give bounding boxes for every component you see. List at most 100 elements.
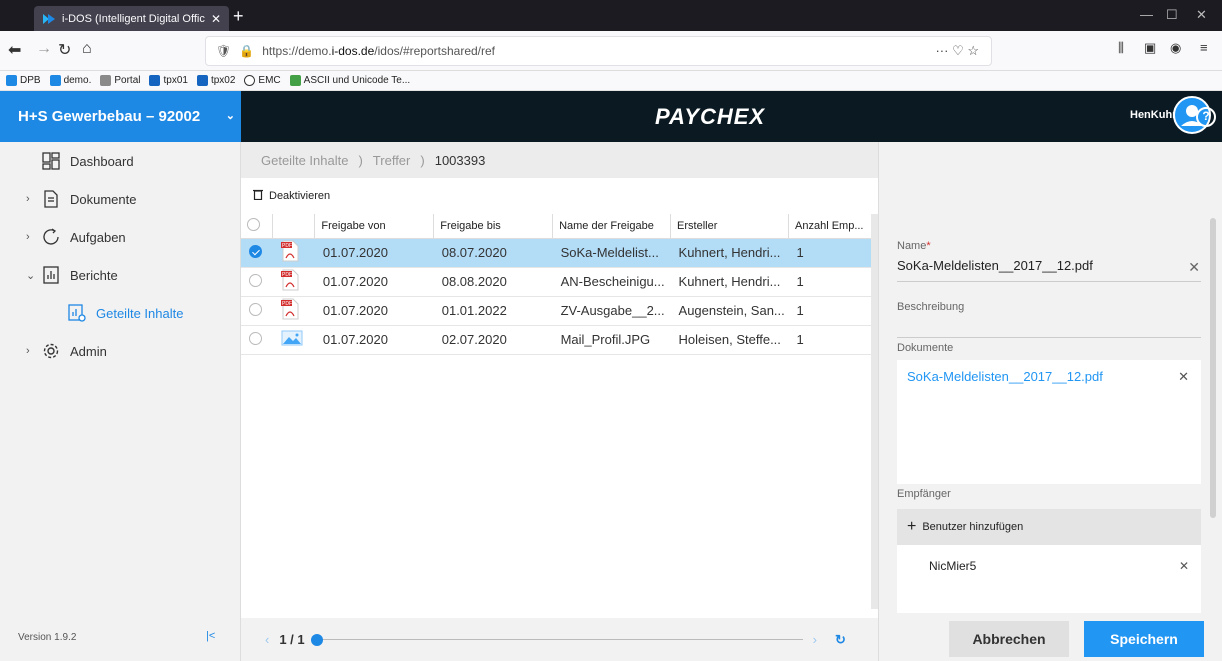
collapse-sidebar-icon[interactable]: |< — [206, 630, 215, 642]
close-tab-icon[interactable]: ✕ — [211, 12, 221, 26]
next-page-icon[interactable]: › — [813, 632, 817, 647]
bookmarks-bar: DPB demo. Portal tpx01 tpx02 EMC ASCII u… — [0, 71, 1222, 91]
cancel-button[interactable]: Abbrechen — [949, 621, 1069, 657]
bookmark-emc[interactable]: EMC — [244, 75, 281, 86]
library-icon[interactable]: ⫼ — [1118, 40, 1124, 56]
remove-recipient-icon[interactable]: ✕ — [1179, 559, 1189, 573]
sidebar-item-admin[interactable]: › Admin — [0, 332, 241, 370]
cell-name: ZV-Ausgabe__2... — [552, 296, 671, 326]
type-header — [272, 214, 316, 239]
browser-tab-bar: i-DOS (Intelligent Digital Offic ✕ + — ☐… — [0, 0, 1222, 31]
table-row[interactable]: PDF 01.07.2020 01.01.2022 ZV-Ausgabe__2.… — [241, 296, 878, 326]
documents-box: SoKa-Meldelisten__2017__12.pdf ✕ — [897, 360, 1201, 484]
column-header[interactable]: Ersteller — [670, 214, 790, 239]
new-tab-icon[interactable]: + — [233, 6, 244, 27]
sidebar-item-berichte[interactable]: ⌄ Berichte — [0, 256, 241, 294]
cell-count: 1 — [788, 238, 878, 268]
cell-name: Mail_Profil.JPG — [552, 325, 671, 355]
company-name: H+S Gewerbebau – 92002 — [18, 108, 201, 125]
breadcrumb-item[interactable]: Treffer — [373, 153, 411, 168]
name-field[interactable]: SoKa-Meldelisten__2017__12.pdf — [897, 258, 1201, 282]
company-selector[interactable]: H+S Gewerbebau – 92002 ⌄ — [0, 91, 241, 142]
sidebar-item-label: Dokumente — [70, 191, 137, 207]
name-value: SoKa-Meldelisten__2017__12.pdf — [897, 258, 1093, 273]
sidebar-item-label: Dashboard — [70, 153, 134, 169]
sidebar-item-aufgaben[interactable]: › Aufgaben — [0, 218, 241, 256]
cell-from: 01.07.2020 — [314, 325, 434, 355]
window-close-icon[interactable]: ✕ — [1196, 7, 1207, 23]
cell-creator: Kuhnert, Hendri... — [670, 238, 789, 268]
idos-favicon-icon — [42, 12, 56, 26]
extension-icon[interactable]: ◉ — [1170, 40, 1181, 56]
row-radio[interactable] — [249, 331, 262, 345]
back-icon[interactable]: ⬅ — [8, 40, 21, 60]
deactivate-button[interactable]: Deaktivieren — [253, 189, 330, 203]
url-domain: i-dos.de — [331, 44, 375, 58]
forward-icon[interactable]: → — [36, 40, 52, 58]
menu-icon[interactable]: ≡ — [1200, 40, 1208, 55]
help-icon[interactable]: ? — [1196, 107, 1216, 127]
column-header[interactable]: Freigabe bis — [433, 214, 554, 239]
cell-count: 1 — [788, 267, 878, 297]
reload-icon[interactable]: ↻ — [58, 40, 71, 60]
save-button[interactable]: Speichern — [1084, 621, 1204, 657]
bookmark-tpx02[interactable]: tpx02 — [196, 75, 235, 86]
select-all-radio[interactable] — [247, 217, 260, 231]
row-radio[interactable] — [249, 302, 262, 316]
bookmark-tpx01[interactable]: tpx01 — [149, 75, 188, 86]
page-slider-track[interactable] — [322, 639, 803, 640]
description-field[interactable] — [897, 318, 1201, 338]
refresh-icon[interactable]: ↻ — [835, 632, 846, 648]
browser-tab-title: i-DOS (Intelligent Digital Offic — [62, 12, 205, 25]
bookmark-portal[interactable]: Portal — [100, 75, 140, 86]
home-icon[interactable]: ⌂ — [82, 40, 92, 58]
bookmark-demo[interactable]: demo. — [49, 75, 91, 86]
table-row[interactable]: 01.07.2020 02.07.2020 Mail_Profil.JPG Ho… — [241, 325, 878, 355]
page-slider-handle[interactable] — [310, 633, 323, 646]
svg-text:PDF: PDF — [282, 272, 292, 278]
column-header[interactable]: Freigabe von — [314, 214, 435, 239]
sidebar-item-dokumente[interactable]: › Dokumente — [0, 180, 241, 218]
breadcrumb-item[interactable]: Geteilte Inhalte — [261, 153, 348, 168]
sidebar-item-label: Berichte — [70, 267, 118, 283]
table-row[interactable]: PDF 01.07.2020 08.07.2020 SoKa-Meldelist… — [241, 238, 878, 268]
maximize-icon[interactable]: ☐ — [1166, 7, 1178, 23]
chevron-right-icon: › — [26, 193, 30, 205]
browser-nav-bar: ⬅ → ↻ ⌂ 🛡 🔒 https://demo.i-dos.de/idos/#… — [0, 31, 1222, 71]
url-bar[interactable]: 🛡 🔒 https://demo.i-dos.de/idos/#reportsh… — [205, 36, 992, 66]
bookmark-ascii[interactable]: ASCII und Unicode Te... — [289, 75, 410, 86]
gear-icon — [40, 342, 62, 360]
remove-document-icon[interactable]: ✕ — [1178, 369, 1189, 385]
browser-tab[interactable]: i-DOS (Intelligent Digital Offic ✕ — [34, 6, 229, 31]
brand-logo: PAYCHEX — [655, 104, 766, 129]
add-user-button[interactable]: + Benutzer hinzufügen — [897, 509, 1201, 545]
sidebar-item-geteilte-inhalte[interactable]: Geteilte Inhalte — [0, 294, 241, 332]
sidebar-toggle-icon[interactable]: ▣ — [1144, 40, 1156, 56]
panel-scrollbar[interactable] — [1210, 218, 1216, 518]
select-all-header[interactable] — [241, 214, 274, 239]
shares-table: Freigabe von Freigabe bis Name der Freig… — [241, 214, 878, 355]
report-icon — [40, 266, 62, 284]
detail-panel: Name* SoKa-Meldelisten__2017__12.pdf ✕ B… — [878, 142, 1222, 661]
document-icon — [40, 190, 62, 208]
cell-from: 01.07.2020 — [314, 296, 434, 326]
document-link[interactable]: SoKa-Meldelisten__2017__12.pdf — [907, 369, 1103, 384]
chevron-down-icon: ⌄ — [225, 110, 235, 122]
table-scrollbar[interactable] — [871, 214, 878, 609]
chevron-right-icon: › — [26, 345, 30, 357]
bookmark-dpb[interactable]: DPB — [6, 75, 41, 86]
row-radio[interactable] — [249, 273, 262, 287]
deactivate-label: Deaktivieren — [269, 190, 331, 202]
row-radio[interactable] — [249, 244, 262, 258]
table-row[interactable]: PDF 01.07.2020 08.08.2020 AN-Bescheinigu… — [241, 267, 878, 297]
tasks-icon — [40, 228, 62, 246]
clear-name-icon[interactable]: ✕ — [1188, 259, 1200, 276]
sidebar-item-dashboard[interactable]: Dashboard — [0, 142, 241, 180]
page-actions-icon[interactable]: ··· ♡ ☆ — [935, 43, 979, 59]
cell-to: 01.01.2022 — [433, 296, 553, 326]
column-header[interactable]: Name der Freigabe — [552, 214, 672, 239]
column-header[interactable]: Anzahl Emp... — [788, 214, 878, 239]
trash-icon — [253, 189, 263, 203]
prev-page-icon[interactable]: ‹ — [265, 632, 269, 647]
minimize-icon[interactable]: — — [1140, 7, 1153, 22]
